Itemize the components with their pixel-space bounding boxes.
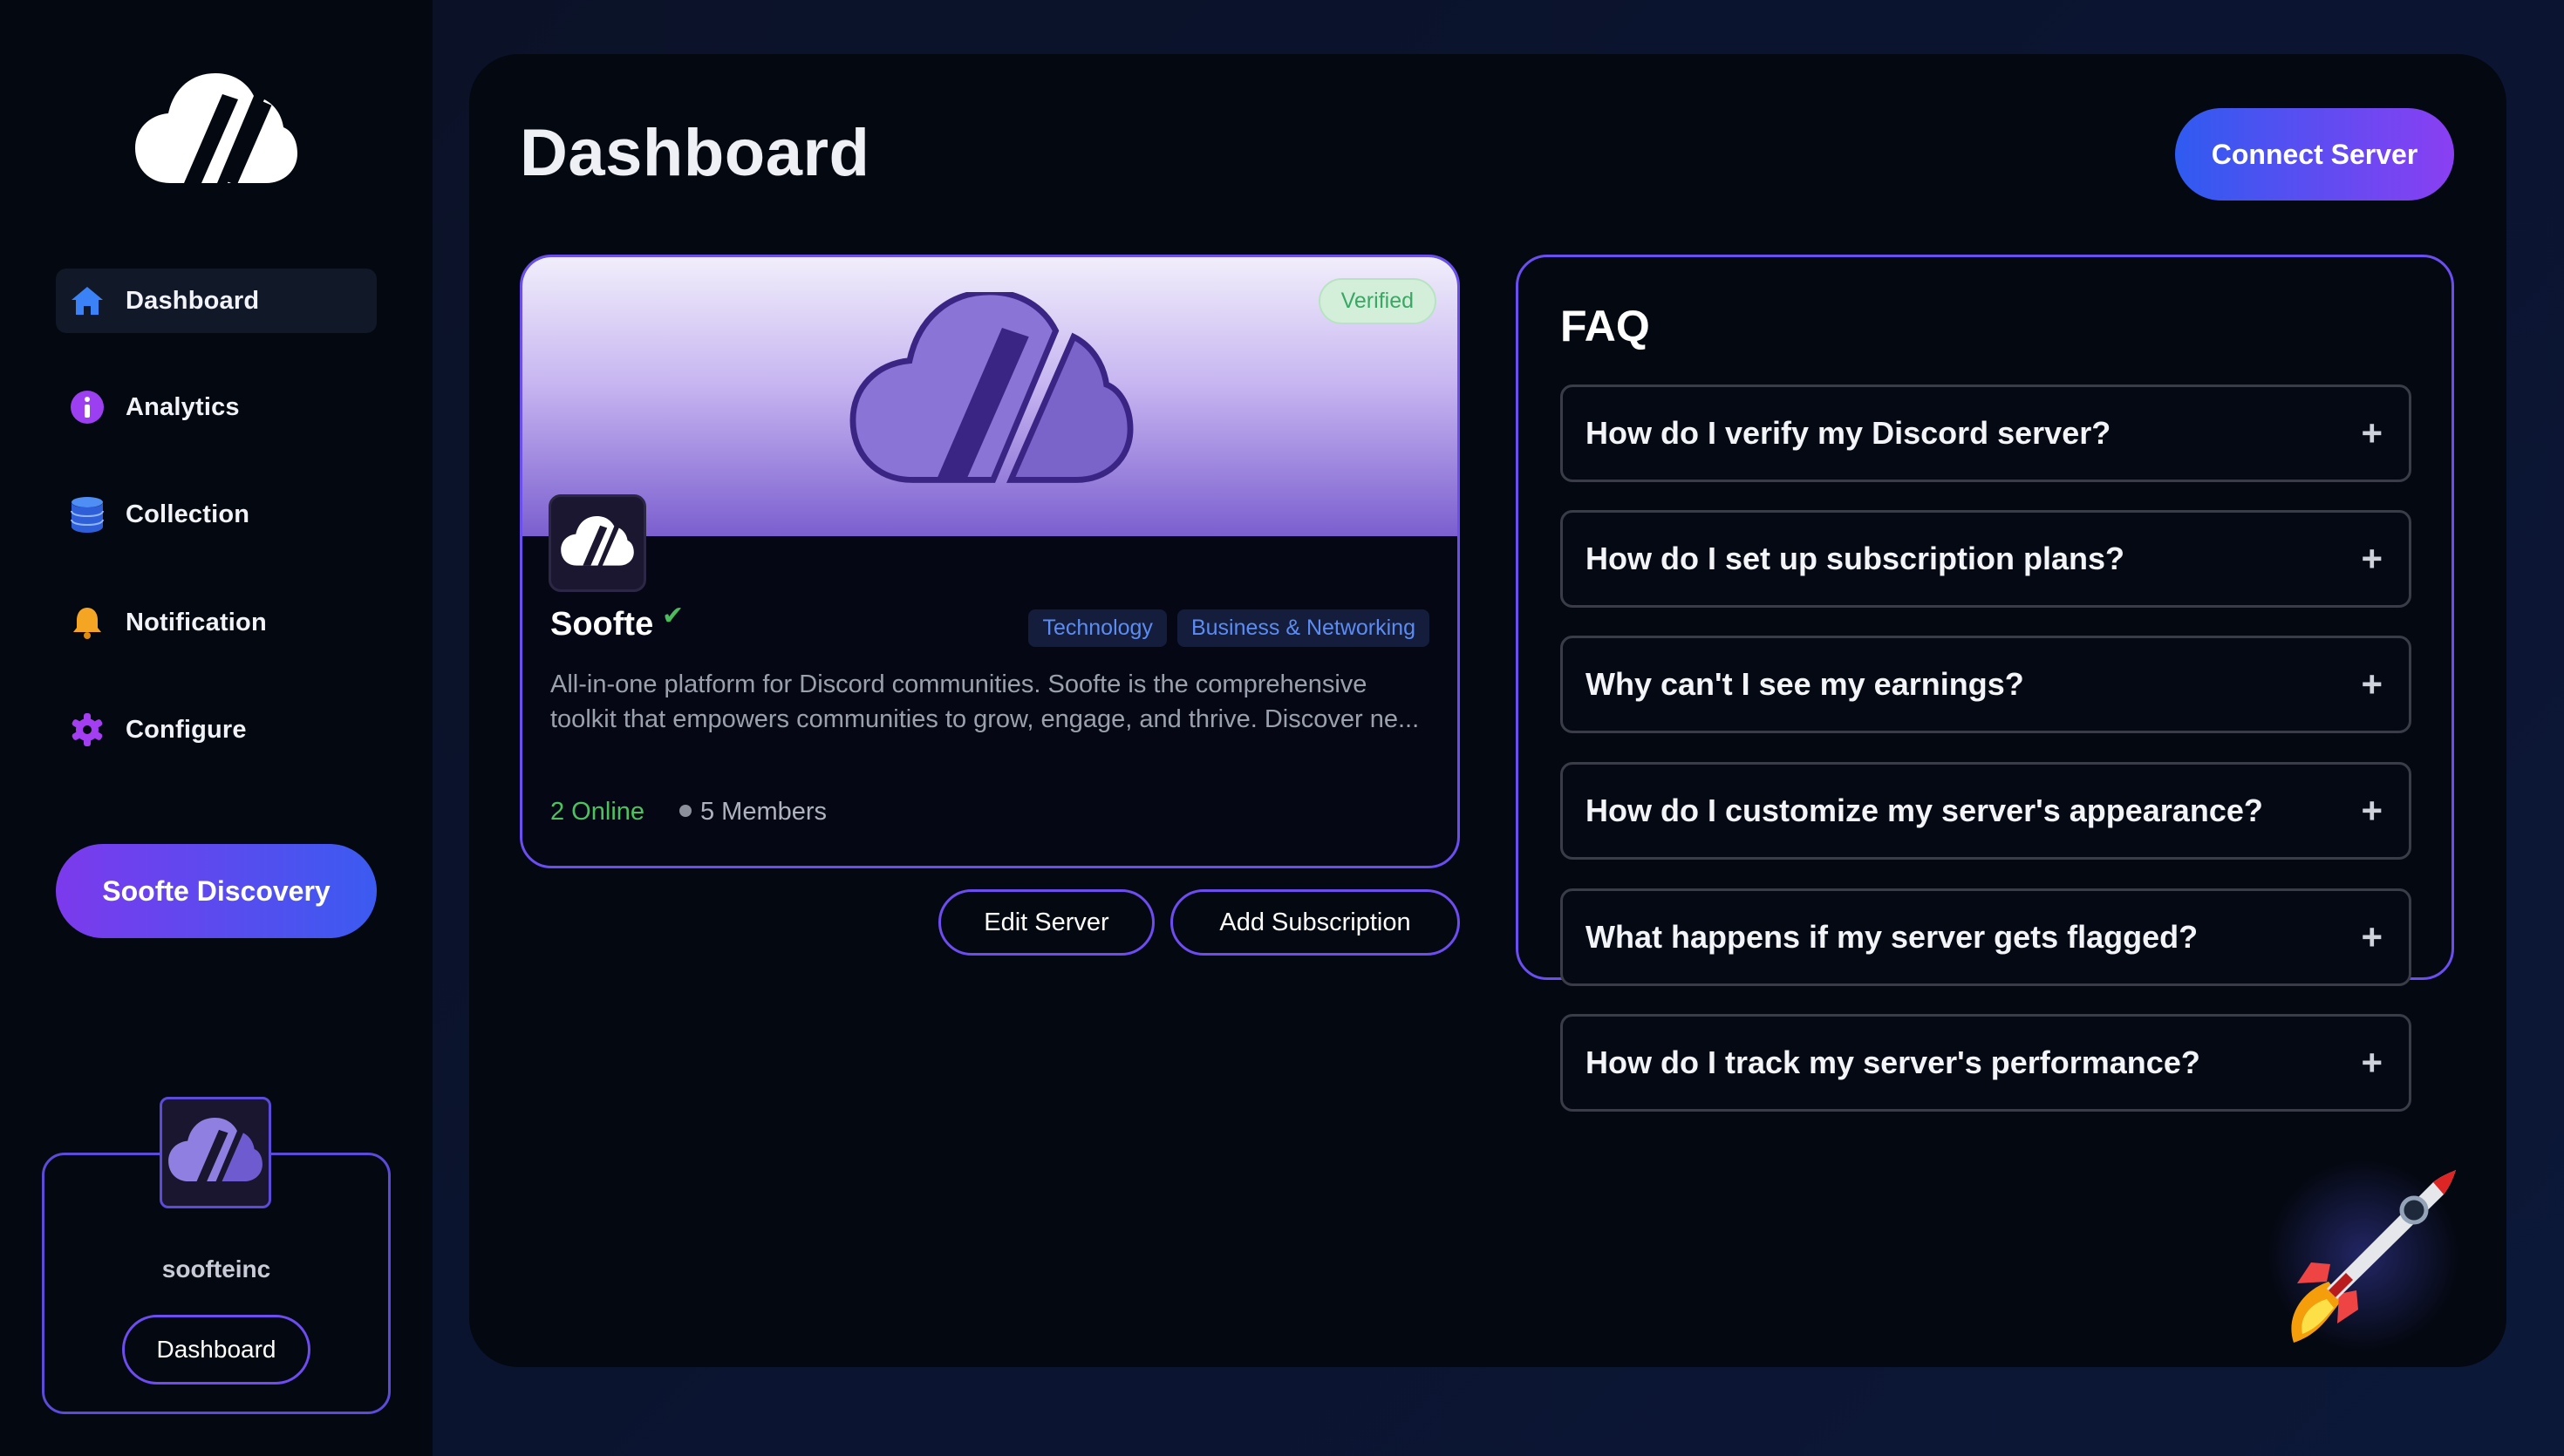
plus-icon[interactable]: +: [2361, 412, 2383, 454]
info-icon: [68, 388, 106, 426]
faq-item[interactable]: How do I customize my server's appearanc…: [1560, 762, 2411, 860]
verified-check-icon: ✔: [662, 602, 685, 630]
faq-title: FAQ: [1560, 302, 1650, 350]
faq-item[interactable]: How do I set up subscription plans? +: [1560, 510, 2411, 608]
plus-icon[interactable]: +: [2361, 663, 2383, 705]
server-name: Soofte: [550, 606, 654, 643]
cloud-logo-icon: [561, 516, 634, 566]
faq-question: How do I set up subscription plans?: [1585, 541, 2125, 576]
main-panel: Dashboard Connect Server Verified Soofte: [469, 54, 2506, 1367]
server-description: All-in-one platform for Discord communit…: [550, 670, 1420, 733]
soofte-discovery-button[interactable]: Soofte Discovery: [56, 844, 377, 938]
faq-question: How do I customize my server's appearanc…: [1585, 793, 2263, 828]
faq-question: How do I track my server's performance?: [1585, 1044, 2200, 1080]
dot-icon: [679, 805, 692, 817]
plus-icon[interactable]: +: [2361, 790, 2383, 832]
member-count-label: 5 Members: [700, 798, 828, 826]
sidebar-item-dashboard[interactable]: Dashboard: [56, 269, 377, 333]
home-icon: [68, 282, 106, 320]
sidebar-item-collection[interactable]: Collection: [56, 482, 377, 547]
faq-question: What happens if my server gets flagged?: [1585, 919, 2199, 955]
faq-item[interactable]: Why can't I see my earnings? +: [1560, 636, 2411, 733]
app-root: Dashboard Analytics Collection Notificat…: [0, 0, 2564, 1456]
sidebar-item-label: Notification: [126, 608, 267, 636]
add-subscription-button[interactable]: Add Subscription: [1170, 889, 1460, 956]
sidebar-item-configure[interactable]: Configure: [56, 697, 377, 762]
cloud-logo-icon: [168, 1118, 263, 1182]
faq-item[interactable]: What happens if my server gets flagged? …: [1560, 888, 2411, 986]
sidebar-item-analytics[interactable]: Analytics: [56, 375, 377, 439]
gear-icon: [68, 711, 106, 749]
user-dashboard-button[interactable]: Dashboard: [122, 1315, 310, 1385]
cloud-logo-icon: [849, 292, 1134, 483]
server-card[interactable]: Verified Soofte ✔ Technology Business & …: [520, 255, 1460, 868]
connect-server-button[interactable]: Connect Server: [2175, 108, 2454, 201]
server-banner: Verified: [522, 257, 1457, 536]
plus-icon[interactable]: +: [2361, 916, 2383, 958]
server-tags: Technology Business & Networking: [1028, 609, 1429, 647]
soofte-logo-icon[interactable]: [135, 73, 297, 194]
rocket-icon: [2267, 1160, 2459, 1351]
faq-question: How do I verify my Discord server?: [1585, 415, 2111, 451]
sidebar-item-label: Dashboard: [126, 286, 260, 315]
member-count: 5 Members: [679, 798, 827, 827]
faq-card: FAQ How do I verify my Discord server? +…: [1516, 255, 2454, 1112]
tag-technology[interactable]: Technology: [1028, 609, 1167, 647]
avatar[interactable]: [160, 1097, 271, 1208]
online-count: 2 Online: [550, 798, 645, 826]
faq-question: Why can't I see my earnings?: [1585, 666, 2024, 702]
plus-icon[interactable]: +: [2361, 538, 2383, 580]
sidebar: Dashboard Analytics Collection Notificat…: [0, 0, 433, 1456]
faq-item[interactable]: How do I verify my Discord server? +: [1560, 384, 2411, 482]
bell-icon: [68, 603, 106, 642]
sidebar-item-label: Collection: [126, 500, 250, 528]
plus-icon[interactable]: +: [2361, 1042, 2383, 1084]
sidebar-item-label: Configure: [126, 715, 247, 744]
page-title: Dashboard: [520, 116, 870, 190]
faq-item[interactable]: How do I track my server's performance? …: [1560, 1014, 2411, 1112]
server-icon: [549, 494, 646, 592]
tag-business-networking[interactable]: Business & Networking: [1176, 609, 1429, 647]
verified-badge: Verified: [1318, 278, 1436, 324]
username: soofteinc: [161, 1255, 271, 1283]
edit-server-button[interactable]: Edit Server: [938, 889, 1155, 956]
sidebar-item-notification[interactable]: Notification: [56, 590, 377, 655]
sidebar-item-label: Analytics: [126, 392, 240, 421]
database-icon: [68, 495, 106, 534]
